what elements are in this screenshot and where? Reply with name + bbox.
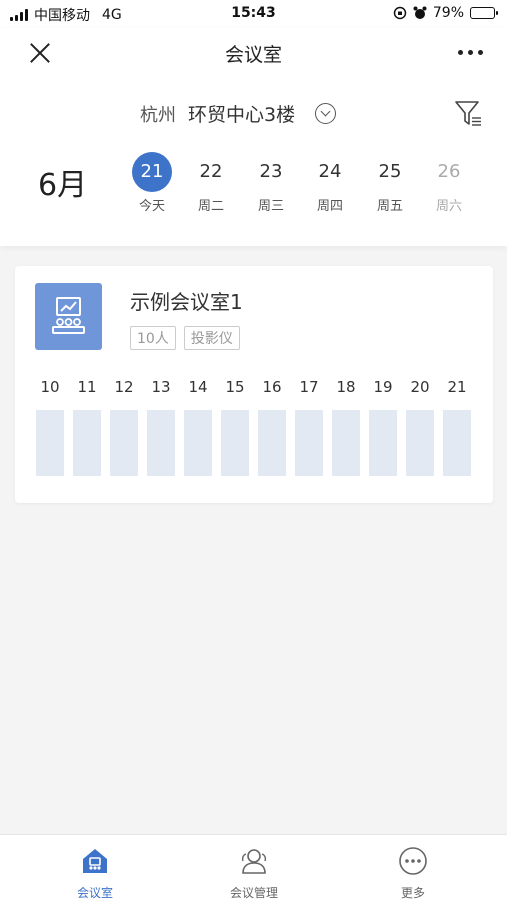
day-item-24[interactable]: 24 周四 — [305, 152, 355, 214]
status-bar: 中国移动 4G 15:43 79% — [0, 0, 507, 28]
time-slot[interactable] — [73, 410, 101, 476]
hour-column: 16 — [257, 378, 287, 476]
rotation-lock-icon — [393, 6, 407, 20]
time-slot[interactable] — [332, 410, 360, 476]
chevron-down-icon — [315, 103, 337, 124]
room-name: 示例会议室1 — [130, 290, 243, 314]
time-slot[interactable] — [443, 410, 471, 476]
people-icon — [241, 849, 267, 874]
time-slot[interactable] — [406, 410, 434, 476]
day-number: 25 — [378, 161, 402, 182]
hour-label: 18 — [336, 378, 356, 396]
battery-percent: 79% — [432, 5, 464, 21]
hour-column: 18 — [331, 378, 361, 476]
time-slot[interactable] — [110, 410, 138, 476]
time-slot[interactable] — [36, 410, 64, 476]
hour-label: 11 — [77, 378, 97, 396]
hour-column: 10 — [35, 378, 65, 476]
day-number: 26 — [437, 161, 461, 182]
day-item-22[interactable]: 22 周二 — [186, 152, 236, 214]
battery-icon — [470, 7, 498, 19]
day-number: 24 — [318, 161, 342, 182]
hour-column: 19 — [368, 378, 398, 476]
time-slot[interactable] — [258, 410, 286, 476]
hour-column: 13 — [146, 378, 176, 476]
hour-column: 11 — [72, 378, 102, 476]
day-label: 周四 — [316, 199, 343, 214]
day-label: 周五 — [376, 199, 403, 214]
hour-label: 16 — [262, 378, 282, 396]
location-selector[interactable]: 杭州 环贸中心3楼 — [140, 100, 337, 127]
header: 会议室 杭州 环贸中心3楼 6月 21 今天 22 周二 23 周三 24 周四… — [0, 28, 507, 246]
room-icon — [35, 283, 102, 350]
day-item-25[interactable]: 25 周五 — [365, 152, 415, 214]
tab-bar: 会议室 会议管理 更多 — [0, 834, 507, 900]
filter-icon[interactable] — [453, 98, 483, 128]
time-slot[interactable] — [369, 410, 397, 476]
time-slot[interactable] — [147, 410, 175, 476]
hour-column: 15 — [220, 378, 250, 476]
nav-bar: 会议室 — [0, 28, 507, 78]
meeting-room-icon — [83, 849, 107, 873]
day-item-21[interactable]: 21 今天 — [127, 152, 177, 214]
hour-label: 14 — [188, 378, 208, 396]
capacity-tag: 10人 — [130, 326, 176, 350]
building-label: 环贸中心3楼 — [188, 104, 296, 126]
hour-column: 14 — [183, 378, 213, 476]
hour-label: 17 — [299, 378, 319, 396]
tab-more[interactable]: 更多 — [353, 845, 473, 900]
hour-label: 21 — [447, 378, 467, 396]
date-selector: 6月 21 今天 22 周二 23 周三 24 周四 25 周五 26 周六 — [0, 152, 507, 222]
hour-column: 17 — [294, 378, 324, 476]
tab-label: 会议管理 — [229, 886, 278, 900]
tab-label: 会议室 — [76, 886, 113, 900]
equipment-tag: 投影仪 — [183, 326, 240, 350]
location-row: 杭州 环贸中心3楼 — [0, 100, 507, 132]
day-label: 周二 — [197, 199, 224, 214]
hour-label: 15 — [225, 378, 245, 396]
day-number: 21 — [132, 152, 172, 192]
hour-label: 12 — [114, 378, 134, 396]
day-label: 周三 — [257, 199, 284, 214]
room-card[interactable]: 示例会议室1 10人 投影仪 10 11 12 13 14 15 16 17 1… — [15, 266, 493, 503]
page-title: 会议室 — [224, 44, 282, 66]
day-label: 今天 — [138, 199, 165, 214]
day-number: 23 — [259, 161, 283, 182]
city-label: 杭州 — [140, 104, 176, 126]
time-slot[interactable] — [221, 410, 249, 476]
hour-column: 21 — [442, 378, 472, 476]
hour-column: 20 — [405, 378, 435, 476]
hour-label: 10 — [40, 378, 60, 396]
status-right: 79% — [393, 5, 498, 21]
hour-label: 20 — [410, 378, 430, 396]
presentation-icon — [52, 297, 85, 334]
day-number: 22 — [199, 161, 223, 182]
time-slot[interactable] — [295, 410, 323, 476]
room-tags: 10人 投影仪 — [130, 326, 240, 350]
month-label: 6月 — [38, 168, 88, 203]
day-item-26[interactable]: 26 周六 — [424, 152, 474, 214]
time-slot[interactable] — [184, 410, 212, 476]
tab-meeting-room[interactable]: 会议室 — [35, 845, 155, 900]
more-options-button[interactable] — [458, 50, 483, 55]
tab-meeting-management[interactable]: 会议管理 — [194, 845, 314, 900]
day-item-23[interactable]: 23 周三 — [246, 152, 296, 214]
more-icon — [399, 847, 427, 875]
hour-label: 19 — [373, 378, 393, 396]
hour-label: 13 — [151, 378, 171, 396]
alarm-icon — [413, 6, 427, 19]
hour-column: 12 — [109, 378, 139, 476]
tab-label: 更多 — [400, 886, 425, 900]
day-label: 周六 — [435, 199, 462, 214]
